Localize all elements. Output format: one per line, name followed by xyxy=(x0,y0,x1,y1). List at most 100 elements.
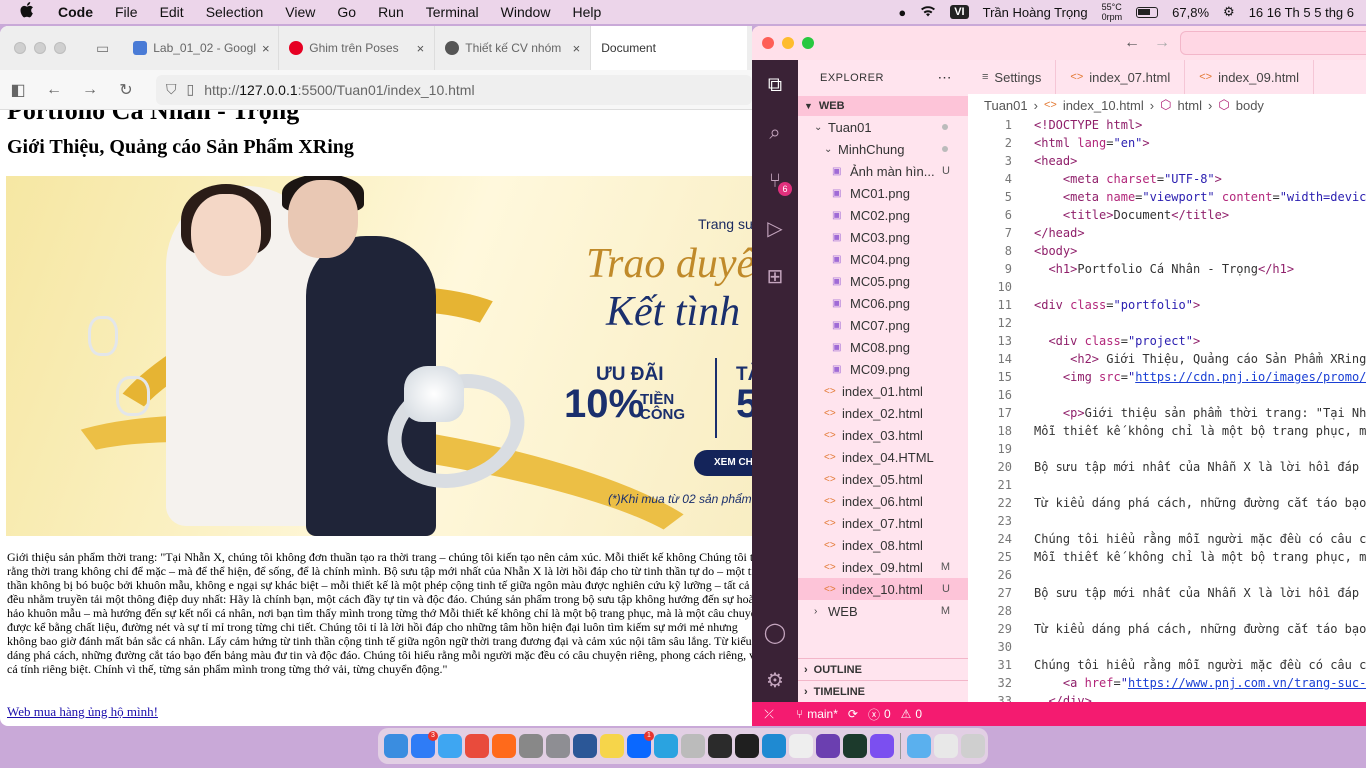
folder-icon[interactable] xyxy=(907,734,931,758)
menu-window[interactable]: Window xyxy=(501,4,551,20)
file-item[interactable]: ▣ MC06.png xyxy=(798,292,968,314)
browser-tab-cv[interactable]: Thiết kế CV nhóm × xyxy=(435,26,592,70)
file-item[interactable]: ▣ MC03.png xyxy=(798,226,968,248)
code-line[interactable]: 2 <html lang="en"> xyxy=(968,134,1366,152)
code-line[interactable]: 28 xyxy=(968,602,1366,620)
telegram-icon[interactable] xyxy=(654,734,678,758)
menu-run[interactable]: Run xyxy=(378,4,404,20)
forward-arrow-icon[interactable]: → xyxy=(72,81,108,99)
control-center-icon[interactable]: ⚙ xyxy=(1223,4,1235,20)
code-line[interactable]: 9 <h1>Portfolio Cá Nhân - Trọng</h1> xyxy=(968,260,1366,278)
close-tab-icon[interactable]: × xyxy=(262,41,270,56)
folder-item[interactable]: › WEB M xyxy=(798,600,968,622)
vscode-icon[interactable] xyxy=(762,734,786,758)
code-line[interactable]: 6 <title>Document</title> xyxy=(968,206,1366,224)
sync-icon[interactable]: ⟳ xyxy=(848,707,858,721)
address-bar[interactable]: ⛉ ▯ http://127.0.0.1:5500/Tuan01/index_1… xyxy=(156,74,752,105)
shop-link[interactable]: Web mua hàng ủng hộ mình! xyxy=(7,704,158,720)
terminal2-icon[interactable] xyxy=(735,734,759,758)
file-item[interactable]: ▣ MC04.png xyxy=(798,248,968,270)
zoom-window-button[interactable] xyxy=(802,37,814,49)
outline-section[interactable]: › OUTLINE xyxy=(798,658,968,680)
close-tab-icon[interactable]: × xyxy=(573,41,581,56)
finder-icon[interactable] xyxy=(384,734,408,758)
code-line[interactable]: 21 xyxy=(968,476,1366,494)
folder-item[interactable]: ⌄ Tuan01 xyxy=(798,116,968,138)
code-line[interactable]: 18 Mỗi thiết kế không chỉ là một bộ trang… xyxy=(968,422,1366,440)
menu-terminal[interactable]: Terminal xyxy=(426,4,479,20)
code-line[interactable]: 22 Từ kiểu dáng phá cách, những đường cắt… xyxy=(968,494,1366,512)
close-window-button[interactable] xyxy=(762,37,774,49)
code-line[interactable]: 20 Bộ sưu tập mới nhất của Nhẫn X là lời … xyxy=(968,458,1366,476)
code-line[interactable]: 12 xyxy=(968,314,1366,332)
code-line[interactable]: 5 <meta name="viewport" content="width=d… xyxy=(968,188,1366,206)
browser-tab-document[interactable]: Document xyxy=(591,26,748,70)
file-item[interactable]: <> index_08.html xyxy=(798,534,968,556)
camera-icon[interactable]: ● xyxy=(898,5,906,20)
code-line[interactable]: 16 xyxy=(968,386,1366,404)
code-line[interactable]: 11 <div class="portfolio"> xyxy=(968,296,1366,314)
gear-icon[interactable]: ⚙ xyxy=(762,668,788,694)
code-line[interactable]: 30 xyxy=(968,638,1366,656)
tab-index-09[interactable]: <> index_09.html xyxy=(1185,60,1315,94)
command-center-search[interactable] xyxy=(1180,31,1366,55)
code-line[interactable]: 32 <a href="https://www.pnj.com.vn/trang… xyxy=(968,674,1366,692)
notes-icon[interactable] xyxy=(600,734,624,758)
file-item[interactable]: <> index_04.HTML xyxy=(798,446,968,468)
code-line[interactable]: 19 xyxy=(968,440,1366,458)
code-line[interactable]: 31 Chúng tôi hiểu rằng mỗi người mặc đều … xyxy=(968,656,1366,674)
temperature-readout[interactable]: 55°C 0rpm xyxy=(1102,2,1123,22)
close-window-button[interactable] xyxy=(14,42,26,54)
safari-icon[interactable] xyxy=(438,734,462,758)
file-item[interactable]: ▣ MC08.png xyxy=(798,336,968,358)
file-item[interactable]: ▣ MC09.png xyxy=(798,358,968,380)
code-line[interactable]: 14 <h2> Giới Thiệu, Quảng cáo Sản Phẩm X… xyxy=(968,350,1366,368)
file-item[interactable]: <> index_05.html xyxy=(798,468,968,490)
code-line[interactable]: 27 Bộ sưu tập mới nhất của Nhẫn X là lời … xyxy=(968,584,1366,602)
code-line[interactable]: 29 Từ kiểu dáng phá cách, những đường cắt… xyxy=(968,620,1366,638)
workspace-section[interactable]: ▼ WEB xyxy=(798,96,968,116)
shield-icon[interactable]: ⛉ xyxy=(166,81,177,98)
branch-icon[interactable]: ⑂ xyxy=(796,707,803,721)
breadcrumb-body[interactable]: body xyxy=(1236,98,1264,113)
extensions-icon[interactable]: ⊞ xyxy=(762,264,788,290)
forward-arrow-icon[interactable]: → xyxy=(1154,34,1170,52)
breadcrumb-folder[interactable]: Tuan01 xyxy=(984,98,1028,113)
file-item[interactable]: <> index_02.html xyxy=(798,402,968,424)
code-line[interactable]: 26 xyxy=(968,566,1366,584)
menu-view[interactable]: View xyxy=(285,4,315,20)
code-line[interactable]: 33 </div> xyxy=(968,692,1366,702)
textedit-icon[interactable] xyxy=(789,734,813,758)
run-debug-icon[interactable]: ▷ xyxy=(762,216,788,242)
code-line[interactable]: 10 xyxy=(968,278,1366,296)
code-line[interactable]: 13 <div class="project"> xyxy=(968,332,1366,350)
input-method-badge[interactable]: VI xyxy=(950,5,969,19)
wifi-icon[interactable] xyxy=(920,5,936,20)
calendar-icon[interactable] xyxy=(934,734,958,758)
folder-item[interactable]: ⌄ MinhChung xyxy=(798,138,968,160)
file-item[interactable]: <> index_03.html xyxy=(798,424,968,446)
firefox-icon[interactable] xyxy=(492,734,516,758)
app-menu-code[interactable]: Code xyxy=(58,4,93,20)
code-line[interactable]: 17 <p>Giới thiệu sản phẩm thời trang: "T… xyxy=(968,404,1366,422)
zoom-window-button[interactable] xyxy=(54,42,66,54)
source-control-icon[interactable]: ⑂ 6 xyxy=(762,168,792,196)
minimize-window-button[interactable] xyxy=(34,42,46,54)
more-actions-icon[interactable]: ⋯ xyxy=(938,69,953,86)
browser-tab-pinterest[interactable]: Ghim trên Poses × xyxy=(279,26,436,70)
user-name[interactable]: Trần Hoàng Trọng xyxy=(983,5,1088,20)
timeline-section[interactable]: › TIMELINE xyxy=(798,680,968,702)
breadcrumb-html[interactable]: html xyxy=(1177,98,1202,113)
settings-icon[interactable] xyxy=(546,734,570,758)
code-line[interactable]: 15 <img src="https://cdn.pnj.io/images/p… xyxy=(968,368,1366,386)
code-line[interactable]: 23 xyxy=(968,512,1366,530)
code-line[interactable]: 4 <meta charset="UTF-8"> xyxy=(968,170,1366,188)
word-icon[interactable] xyxy=(573,734,597,758)
file-item[interactable]: ▣ MC01.png xyxy=(798,182,968,204)
menu-go[interactable]: Go xyxy=(337,4,356,20)
sidebar-toggle-icon[interactable]: ◧ xyxy=(0,80,36,100)
search-icon[interactable]: ⌕ xyxy=(762,120,788,146)
activity-monitor-icon[interactable] xyxy=(843,734,867,758)
breadcrumb-file[interactable]: index_10.html xyxy=(1063,98,1144,113)
code-line[interactable]: 25 Mỗi thiết kế không chỉ là một bộ trang… xyxy=(968,548,1366,566)
